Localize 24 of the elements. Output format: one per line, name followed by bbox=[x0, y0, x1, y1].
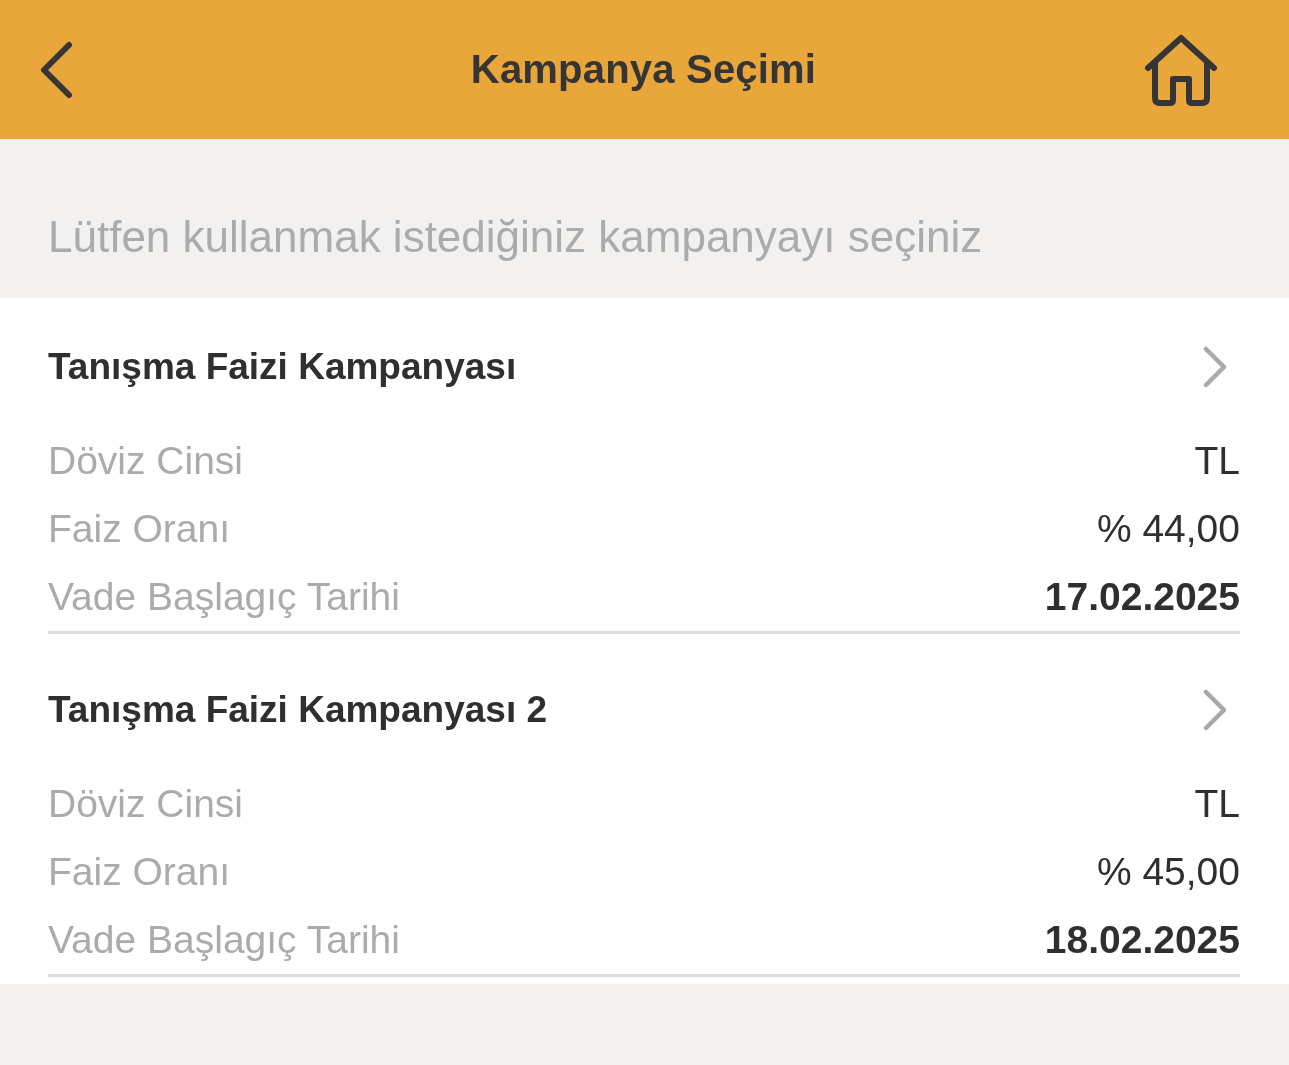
chevron-left-icon bbox=[38, 40, 74, 99]
detail-label: Vade Başlagıç Tarihi bbox=[48, 918, 400, 962]
back-button[interactable] bbox=[38, 40, 74, 99]
detail-value: % 45,00 bbox=[1096, 850, 1240, 894]
detail-label: Döviz Cinsi bbox=[48, 782, 244, 826]
detail-label: Vade Başlagıç Tarihi bbox=[48, 575, 400, 619]
chevron-right-icon bbox=[1203, 689, 1227, 731]
detail-label: Faiz Oranı bbox=[48, 507, 231, 551]
detail-value: TL bbox=[1194, 782, 1240, 826]
detail-value: % 44,00 bbox=[1096, 507, 1240, 551]
campaign-title: Tanışma Faizi Kampanyası 2 bbox=[48, 689, 547, 731]
detail-value: TL bbox=[1194, 439, 1240, 483]
page-title: Kampanya Seçimi bbox=[470, 47, 817, 92]
chevron-right-icon bbox=[1203, 346, 1227, 388]
campaign-card[interactable]: Tanışma Faizi Kampanyası 2 Döviz Cinsi TL Faiz Oranı % 45,00 Vade Başlagıç Tarihi 18.02.2025 bbox=[48, 641, 1240, 977]
detail-label: Faiz Oranı bbox=[48, 850, 231, 894]
detail-value: 17.02.2025 bbox=[1044, 575, 1240, 619]
campaign-title: Tanışma Faizi Kampanyası bbox=[48, 346, 517, 388]
detail-value: 18.02.2025 bbox=[1044, 918, 1240, 962]
detail-label: Döviz Cinsi bbox=[48, 439, 244, 483]
home-button[interactable] bbox=[1145, 33, 1217, 106]
home-icon bbox=[1145, 33, 1217, 106]
campaign-card[interactable]: Tanışma Faizi Kampanyası Döviz Cinsi TL Faiz Oranı % 44,00 Vade Başlagıç Tarihi 17.02.2025 bbox=[48, 298, 1240, 634]
instruction-text: Lütfen kullanmak istediğiniz kampanyayı seçiniz bbox=[48, 211, 983, 263]
